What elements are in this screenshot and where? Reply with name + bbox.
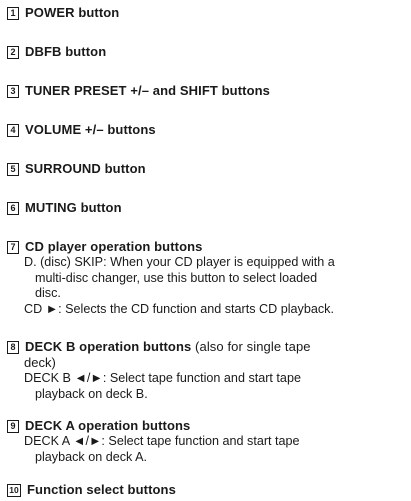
list-item-function-select: 10 Function select buttons — [7, 482, 407, 498]
list-item-tuner-preset: 3 TUNER PRESET +/– and SHIFT buttons — [7, 83, 407, 99]
item-description: disc. — [35, 286, 61, 300]
item-number: 3 — [7, 85, 19, 98]
list-item-surround: 5 SURROUND button — [7, 161, 407, 177]
item-number: 1 — [7, 7, 19, 20]
item-description: DECK B ◄/►: Select tape function and sta… — [24, 371, 301, 385]
list-item-volume: 4 VOLUME +/– buttons — [7, 122, 407, 138]
item-description: DECK A ◄/►: Select tape function and sta… — [24, 434, 300, 448]
list-item-muting: 6 MUTING button — [7, 200, 407, 216]
item-number: 7 — [7, 241, 19, 254]
item-title: DECK A operation buttons — [25, 418, 191, 433]
item-number: 6 — [7, 202, 19, 215]
item-number: 9 — [7, 420, 19, 433]
list-item-cd-player: 7 CD player operation buttons D. (disc) … — [7, 239, 407, 317]
item-title: TUNER PRESET +/– and SHIFT buttons — [25, 83, 270, 98]
item-number: 2 — [7, 46, 19, 59]
item-description: playback on deck B. — [35, 386, 148, 401]
item-number: 10 — [7, 484, 21, 497]
item-title: DBFB button — [25, 44, 107, 59]
item-title-wrap: DECK B operation buttons (also for singl… — [25, 339, 311, 355]
item-number: 4 — [7, 124, 19, 137]
list-item-dbfb: 2 DBFB button — [7, 44, 407, 60]
item-title-suffix: (also for single tape — [191, 339, 311, 354]
list-item-power: 1 POWER button — [7, 5, 407, 21]
list-item-deck-b: 8 DECK B operation buttons (also for sin… — [7, 339, 407, 402]
item-description: playback on deck A. — [35, 449, 148, 464]
list-item-deck-a: 9 DECK A operation buttons DECK A ◄/►: S… — [7, 418, 407, 465]
item-title: POWER button — [25, 5, 120, 20]
item-title: Function select buttons — [27, 482, 176, 497]
item-title: VOLUME +/– buttons — [25, 122, 156, 137]
item-description: CD ►: Selects the CD function and starts… — [24, 301, 334, 316]
item-description: multi-disc changer, use this button to s… — [35, 270, 318, 285]
item-number: 8 — [7, 341, 19, 354]
item-title: DECK B operation buttons — [25, 339, 192, 354]
item-number: 5 — [7, 163, 19, 176]
item-title-continued: deck) — [24, 355, 56, 370]
item-title: CD player operation buttons — [25, 239, 203, 254]
item-title: MUTING button — [25, 200, 122, 215]
item-title: SURROUND button — [25, 161, 146, 176]
item-description: D. (disc) SKIP: When your CD player is e… — [24, 255, 335, 269]
